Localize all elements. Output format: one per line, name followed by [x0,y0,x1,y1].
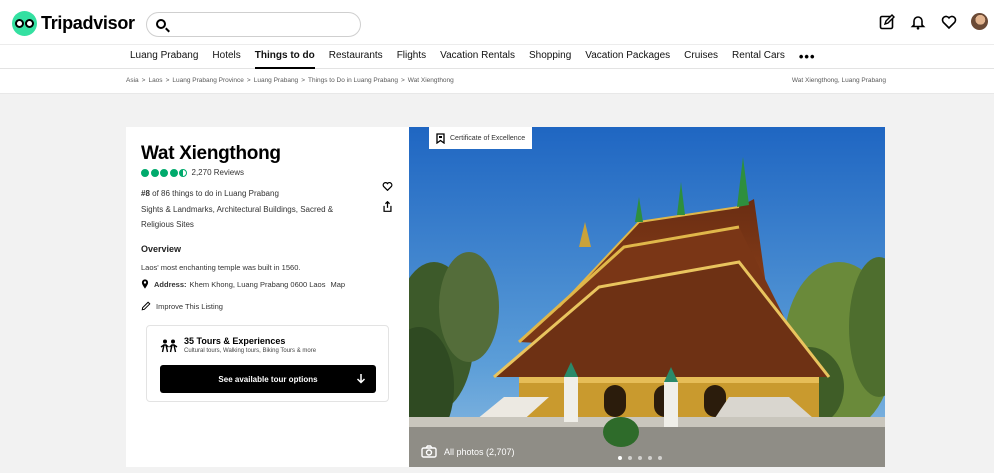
carousel-dots [618,456,662,460]
breadcrumb-separator: > [246,77,251,84]
certificate-badge: Certificate of Excellence [429,127,533,149]
nav-hotels[interactable]: Hotels [212,45,240,69]
nav-things-to-do[interactable]: Things to do [254,45,315,69]
temple-illustration [409,127,885,467]
logo-text: Tripadvisor [41,13,135,33]
nav-shopping[interactable]: Shopping [529,45,571,69]
all-photos-label: All photos (2,707) [444,446,515,457]
overview-text: Laos' most enchanting temple was built i… [141,263,301,272]
categories: Sights & Landmarks, Architectural Buildi… [141,205,334,229]
card-actions [382,178,393,217]
improve-listing-link[interactable]: Improve This Listing [141,301,223,311]
see-tour-options-label: See available tour options [218,374,318,384]
tours-subtitle: Cultural tours, Walking tours, Biking To… [184,348,317,354]
carousel-dot[interactable] [628,456,632,460]
rating-bubble-icon [150,168,159,177]
tours-title: 35 Tours & Experiences [184,336,286,346]
address-row: Address: Khem Khong, Luang Prabang 0600 … [141,279,345,289]
address-value[interactable]: Khem Khong, Luang Prabang 0600 Laos [190,280,326,289]
location-label: Wat Xiengthong, Luang Prabang [791,77,886,84]
breadcrumb-province[interactable]: Luang Prabang Province [172,77,244,84]
breadcrumb-separator: > [165,77,170,84]
breadcrumb-current: Wat Xiengthong [407,77,454,84]
search-box[interactable] [146,12,361,37]
rating-bubble-icon [160,168,168,177]
edit-icon[interactable] [878,13,895,30]
nav-vacation-packages[interactable]: Vacation Packages [585,45,670,69]
owl-logo-icon [12,11,37,36]
search-input[interactable] [175,16,353,34]
bell-icon[interactable] [909,13,926,30]
more-menu-icon[interactable]: ••• [799,46,816,68]
carousel-dot[interactable] [648,456,652,460]
map-link[interactable]: Map [330,280,345,289]
rank-description: of 86 things to do in Luang Prabang [149,189,279,198]
pencil-icon [141,301,151,311]
attraction-card: Wat Xiengthong 2,270 Reviews #8 of 86 th… [126,127,409,467]
certificate-label: Certificate of Excellence [450,134,526,142]
heart-icon[interactable] [940,13,957,30]
tour-group-icon [160,339,178,358]
breadcrumb: Asia > Laos > Luang Prabang Province > L… [126,77,454,84]
breadcrumb-asia[interactable]: Asia [126,77,139,84]
breadcrumb-separator: > [400,77,405,84]
carousel-dot[interactable] [658,456,662,460]
carousel-dot[interactable] [638,456,642,460]
tripadvisor-logo[interactable]: Tripadvisor [12,11,135,36]
breadcrumb-bar: Asia > Laos > Luang Prabang Province > L… [0,69,994,94]
carousel-dot[interactable] [618,456,622,460]
location-pin-icon [141,279,149,289]
nav-rental-cars[interactable]: Rental Cars [732,45,785,69]
review-count[interactable]: 2,270 Reviews [192,168,244,177]
avatar[interactable] [971,13,988,30]
share-icon[interactable] [382,199,393,217]
ranking-text[interactable]: #8 of 86 things to do in Luang Prabang [141,189,279,198]
nav-luang-prabang[interactable]: Luang Prabang [130,45,198,69]
all-photos-button[interactable]: All photos (2,707) [421,445,515,458]
rank-number: #8 [141,189,150,198]
see-tour-options-button[interactable]: See available tour options [160,365,376,393]
arrow-down-icon [356,374,366,384]
address-label: Address: [154,279,187,289]
header-actions [878,13,988,30]
breadcrumb-laos[interactable]: Laos [148,77,162,84]
rating-bubble-icon [141,168,149,177]
bookmark-icon [436,132,445,144]
improve-listing-label: Improve This Listing [156,301,223,311]
breadcrumb-separator: > [141,77,146,84]
rating-half-bubble-icon [179,168,187,177]
nav-vacation-rentals[interactable]: Vacation Rentals [440,45,515,69]
tours-panel: 35 Tours & Experiences Cultural tours, W… [146,325,389,402]
nav-restaurants[interactable]: Restaurants [329,45,383,69]
nav-flights[interactable]: Flights [397,45,426,69]
rating-bubble-icon [169,168,178,177]
breadcrumb-city[interactable]: Luang Prabang [254,77,298,84]
overview-heading: Overview [141,244,182,254]
main-photo[interactable]: Certificate of Excellence All photos (2,… [409,127,885,467]
top-header: Tripadvisor [0,0,994,45]
save-heart-icon[interactable] [382,178,393,196]
rating-summary[interactable]: 2,270 Reviews [141,168,244,177]
camera-icon [421,445,437,458]
breadcrumb-things-to-do[interactable]: Things to Do in Luang Prabang [308,77,398,84]
search-icon [156,19,166,29]
breadcrumb-separator: > [301,77,305,84]
page-title: Wat Xiengthong [141,143,281,164]
nav-cruises[interactable]: Cruises [684,45,718,69]
category-nav: Luang Prabang Hotels Things to do Restau… [0,45,994,69]
